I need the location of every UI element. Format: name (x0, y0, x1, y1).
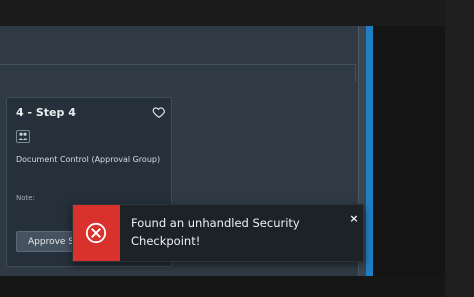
error-circle-x-icon (85, 222, 107, 244)
app-window: 4 - Step 4 Document Control (Approval Gr… (0, 0, 474, 297)
error-toast: Found an unhandled Security Checkpoint! … (72, 204, 364, 262)
window-edge (445, 0, 474, 297)
approval-group-label: Document Control (Approval Group) (16, 155, 161, 164)
heart-icon[interactable] (152, 105, 166, 119)
section-divider (0, 64, 355, 65)
top-bar (0, 0, 445, 26)
toast-message-line: Checkpoint! (131, 234, 201, 248)
toast-message: Found an unhandled Security Checkpoint! (131, 214, 321, 250)
error-icon-area (73, 205, 120, 261)
section-divider-vertical (355, 64, 356, 82)
note-label: Note: (16, 194, 35, 202)
step-title: 4 - Step 4 (16, 106, 76, 119)
accent-strip (366, 26, 373, 276)
group-icon (16, 130, 30, 143)
close-icon[interactable]: × (349, 213, 359, 224)
bottom-bar (0, 276, 445, 297)
toast-message-line: Found an unhandled Security (131, 216, 300, 230)
